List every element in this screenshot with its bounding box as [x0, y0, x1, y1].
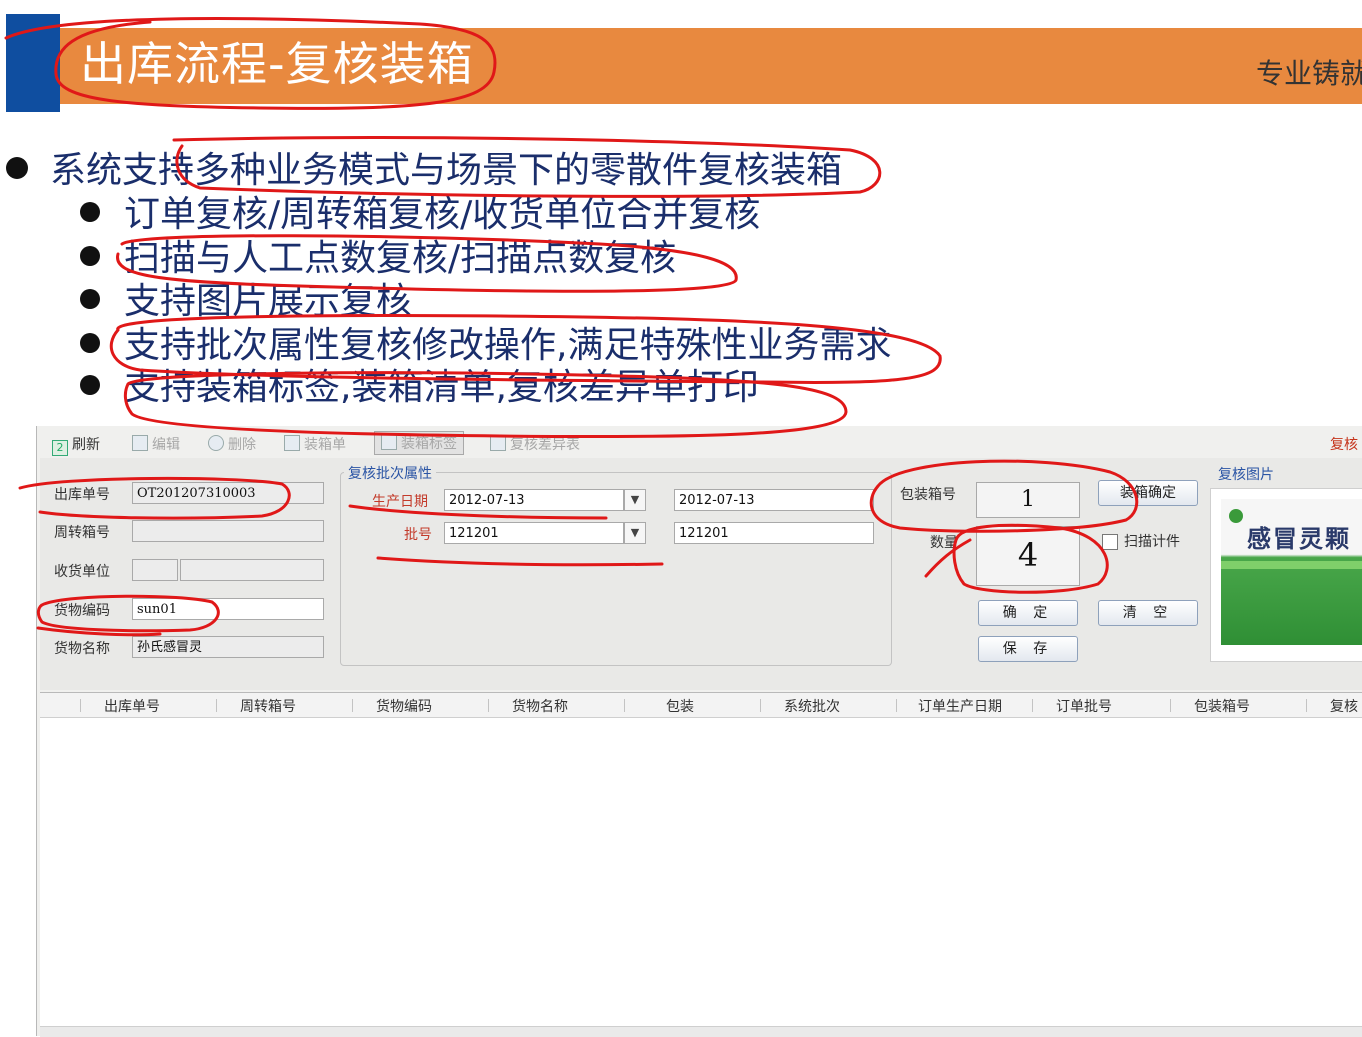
- packing-label-button[interactable]: 装箱标签: [374, 431, 464, 455]
- sub-bullet-text: 扫描与人工点数复核/扫描点数复核: [124, 238, 677, 279]
- column-header[interactable]: 包装: [666, 696, 694, 716]
- sub-bullet-text: 支持图片展示复核: [124, 281, 413, 322]
- receiver-label: 收货单位: [54, 564, 110, 580]
- prod-date-label: 生产日期: [372, 494, 428, 510]
- column-header[interactable]: 复核: [1330, 696, 1358, 716]
- bullet-dot-icon: [80, 289, 100, 309]
- box-confirm-button[interactable]: 装箱确定: [1098, 480, 1198, 506]
- column-header[interactable]: 出库单号: [104, 696, 160, 716]
- packing-list-label: 装箱单: [304, 437, 346, 453]
- diff-sheet-label: 复核差异表: [510, 437, 580, 453]
- column-separator: [896, 699, 897, 712]
- box-no-field[interactable]: 1: [976, 482, 1080, 518]
- bullet-dot-icon: [80, 333, 100, 353]
- goods-code-label: 货物编码: [54, 603, 110, 619]
- lot-no-select[interactable]: 121201: [444, 522, 624, 544]
- slide-header-right-text: 专业铸就: [1256, 57, 1362, 90]
- column-separator: [352, 699, 353, 712]
- toolbar: 2 刷新 编辑 删除 装箱单 装箱标签 复核差异表 复核: [36, 428, 1362, 458]
- goods-name-field: 孙氏感冒灵: [132, 636, 324, 658]
- quantity-label: 数量: [930, 535, 958, 551]
- column-header[interactable]: 货物编码: [376, 696, 432, 716]
- diff-sheet-button[interactable]: 复核差异表: [490, 434, 580, 454]
- column-header[interactable]: 订单批号: [1056, 696, 1112, 716]
- printer-icon: [284, 435, 300, 451]
- column-header[interactable]: 货物名称: [512, 696, 568, 716]
- chevron-down-icon[interactable]: ▼: [624, 522, 646, 544]
- sub-bullet-text: 支持批次属性复核修改操作,满足特殊性业务需求: [124, 325, 892, 366]
- delete-button[interactable]: 删除: [208, 434, 256, 454]
- brand-logo-icon: [1229, 509, 1243, 523]
- chevron-down-icon[interactable]: ▼: [624, 489, 646, 511]
- refresh-icon: 2: [52, 440, 68, 456]
- packing-list-button[interactable]: 装箱单: [284, 434, 346, 454]
- bullet-dot-icon: [80, 202, 100, 222]
- quantity-field[interactable]: 4: [976, 526, 1080, 586]
- column-separator: [1170, 699, 1171, 712]
- product-brand-text: 感冒灵颗: [1247, 524, 1351, 553]
- column-separator: [80, 699, 81, 712]
- lot-no-value-field[interactable]: 121201: [674, 522, 874, 544]
- column-header[interactable]: 周转箱号: [240, 696, 296, 716]
- grid-header: 出库单号 周转箱号 货物编码 货物名称 包装 系统批次 订单生产日期 订单批号 …: [40, 693, 1362, 718]
- column-header[interactable]: 系统批次: [784, 696, 840, 716]
- bullet-main-text: 系统支持多种业务模式与场景下的零散件复核装箱: [50, 150, 843, 191]
- save-button[interactable]: 保 存: [978, 636, 1078, 662]
- bullet-dot-icon: [80, 375, 100, 395]
- refresh-button[interactable]: 2 刷新: [52, 434, 100, 456]
- batch-group-title: 复核批次属性: [344, 463, 436, 483]
- goods-code-field[interactable]: sun01: [132, 598, 324, 620]
- slide-header-accent: [6, 14, 60, 112]
- sub-bullet: 订单复核/周转箱复核/收货单位合并复核: [80, 193, 760, 237]
- column-separator: [624, 699, 625, 712]
- receiver-name-field[interactable]: [180, 559, 324, 581]
- sub-bullet-text: 订单复核/周转箱复核/收货单位合并复核: [124, 194, 761, 235]
- edit-label: 编辑: [152, 437, 180, 453]
- prod-date-select[interactable]: 2012-07-13: [444, 489, 624, 511]
- column-separator: [488, 699, 489, 712]
- toolbar-right-label: 复核: [1330, 437, 1358, 453]
- column-separator: [1306, 699, 1307, 712]
- edit-icon: [132, 435, 148, 451]
- edit-button[interactable]: 编辑: [132, 434, 180, 454]
- scan-count-label: 扫描计件: [1124, 534, 1180, 550]
- package-stripe: [1221, 561, 1362, 569]
- sub-bullet: 支持装箱标签,装箱清单,复核差异单打印: [80, 366, 759, 410]
- horizontal-scrollbar[interactable]: [40, 1026, 1362, 1037]
- outbound-no-label: 出库单号: [54, 487, 110, 503]
- delete-label: 删除: [228, 437, 256, 453]
- packing-label-label: 装箱标签: [401, 436, 457, 452]
- receiver-code-field[interactable]: [132, 559, 178, 581]
- sub-bullet: 支持批次属性复核修改操作,满足特殊性业务需求: [80, 324, 891, 368]
- column-separator: [216, 699, 217, 712]
- confirm-button[interactable]: 确 定: [978, 600, 1078, 626]
- slide-title: 出库流程-复核装箱: [80, 37, 474, 91]
- review-grid: 出库单号 周转箱号 货物编码 货物名称 包装 系统批次 订单生产日期 订单批号 …: [40, 692, 1362, 1031]
- product-image: 感冒灵颗: [1210, 488, 1362, 662]
- tote-no-label: 周转箱号: [54, 525, 110, 541]
- tote-no-field[interactable]: [132, 520, 324, 542]
- column-separator: [1032, 699, 1033, 712]
- sub-bullet: 扫描与人工点数复核/扫描点数复核: [80, 237, 676, 281]
- sub-bullet: 支持图片展示复核: [80, 280, 412, 324]
- delete-icon: [208, 435, 224, 451]
- printer-icon: [490, 435, 506, 451]
- scan-count-checkbox[interactable]: [1102, 534, 1118, 550]
- bullet-dot-icon: [80, 246, 100, 266]
- column-header[interactable]: 包装箱号: [1194, 696, 1250, 716]
- box-no-label: 包装箱号: [900, 487, 956, 503]
- clear-button[interactable]: 清 空: [1098, 600, 1198, 626]
- outbound-no-field[interactable]: OT201207310003: [132, 482, 324, 504]
- prod-date-value-field[interactable]: 2012-07-13: [674, 489, 874, 511]
- printer-icon: [381, 434, 397, 450]
- sub-bullet-text: 支持装箱标签,装箱清单,复核差异单打印: [124, 367, 759, 408]
- column-header[interactable]: 订单生产日期: [918, 696, 1002, 716]
- column-separator: [760, 699, 761, 712]
- lot-no-label: 批号: [404, 527, 432, 543]
- bullet-main: 系统支持多种业务模式与场景下的零散件复核装箱: [6, 146, 842, 196]
- review-image-title: 复核图片: [1218, 467, 1274, 483]
- bullet-dot-icon: [6, 157, 28, 179]
- refresh-label: 刷新: [72, 437, 100, 453]
- goods-name-label: 货物名称: [54, 641, 110, 657]
